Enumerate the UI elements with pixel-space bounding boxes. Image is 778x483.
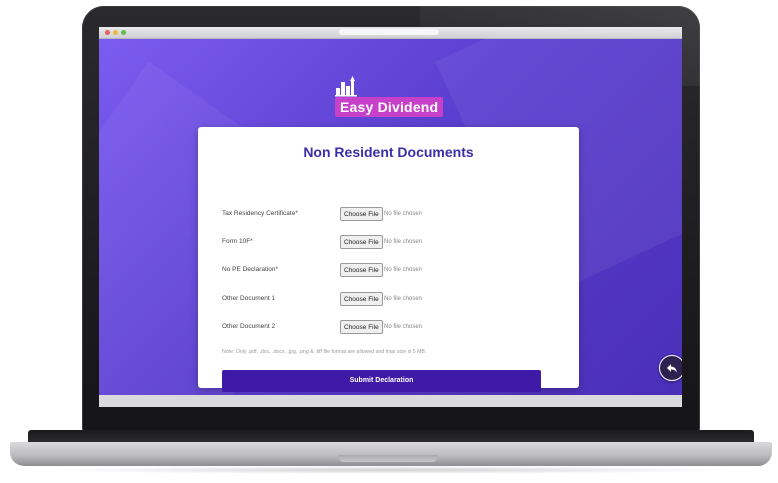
upload-row: Form 10F* Choose File No file chosen xyxy=(222,235,562,251)
address-bar[interactable] xyxy=(339,29,439,35)
page-background: Easy Dividend Non Resident Documents Tax… xyxy=(99,27,682,407)
choose-file-button[interactable]: Choose File xyxy=(340,207,383,221)
file-format-note: Note: Only .pdf, .doc, .docx, .jpg, .png… xyxy=(222,349,427,355)
laptop-shadow xyxy=(40,466,740,474)
city-skyline-icon xyxy=(335,76,357,97)
file-status: No file chosen xyxy=(384,239,423,245)
field-label: Tax Residency Certificate* xyxy=(222,210,298,217)
upload-row: Other Document 2 Choose File No file cho… xyxy=(222,320,562,336)
window-maximize-dot[interactable] xyxy=(121,30,126,35)
file-status: No file chosen xyxy=(384,296,423,302)
choose-file-button[interactable]: Choose File xyxy=(340,320,383,334)
window-minimize-dot[interactable] xyxy=(113,30,118,35)
choose-file-button[interactable]: Choose File xyxy=(340,292,383,306)
submit-declaration-button[interactable]: Submit Declaration xyxy=(222,370,541,392)
upload-row: No PE Declaration* Choose File No file c… xyxy=(222,263,562,279)
reply-arrow-icon xyxy=(667,364,677,373)
field-label: Form 10F* xyxy=(222,238,253,245)
laptop-screen: Easy Dividend Non Resident Documents Tax… xyxy=(99,27,682,407)
field-label: No PE Declaration* xyxy=(222,266,278,273)
laptop-notch xyxy=(338,455,438,462)
laptop-base xyxy=(10,442,772,466)
documents-card: Non Resident Documents Tax Residency Cer… xyxy=(198,127,579,392)
brand-logo: Easy Dividend xyxy=(330,76,445,122)
window-close-dot[interactable] xyxy=(105,30,110,35)
upload-row: Other Document 1 Choose File No file cho… xyxy=(222,292,562,308)
field-label: Other Document 2 xyxy=(222,323,276,330)
choose-file-button[interactable]: Choose File xyxy=(340,263,383,277)
file-status: No file chosen xyxy=(384,324,423,330)
file-status: No file chosen xyxy=(384,267,423,273)
file-status: No file chosen xyxy=(384,211,423,217)
page-title: Non Resident Documents xyxy=(303,144,474,160)
choose-file-button[interactable]: Choose File xyxy=(340,235,383,249)
screen-bottom-bar xyxy=(99,395,682,407)
field-label: Other Document 1 xyxy=(222,295,276,302)
brand-name: Easy Dividend xyxy=(335,97,444,117)
back-button[interactable] xyxy=(659,355,682,381)
upload-row: Tax Residency Certificate* Choose File N… xyxy=(222,207,562,223)
